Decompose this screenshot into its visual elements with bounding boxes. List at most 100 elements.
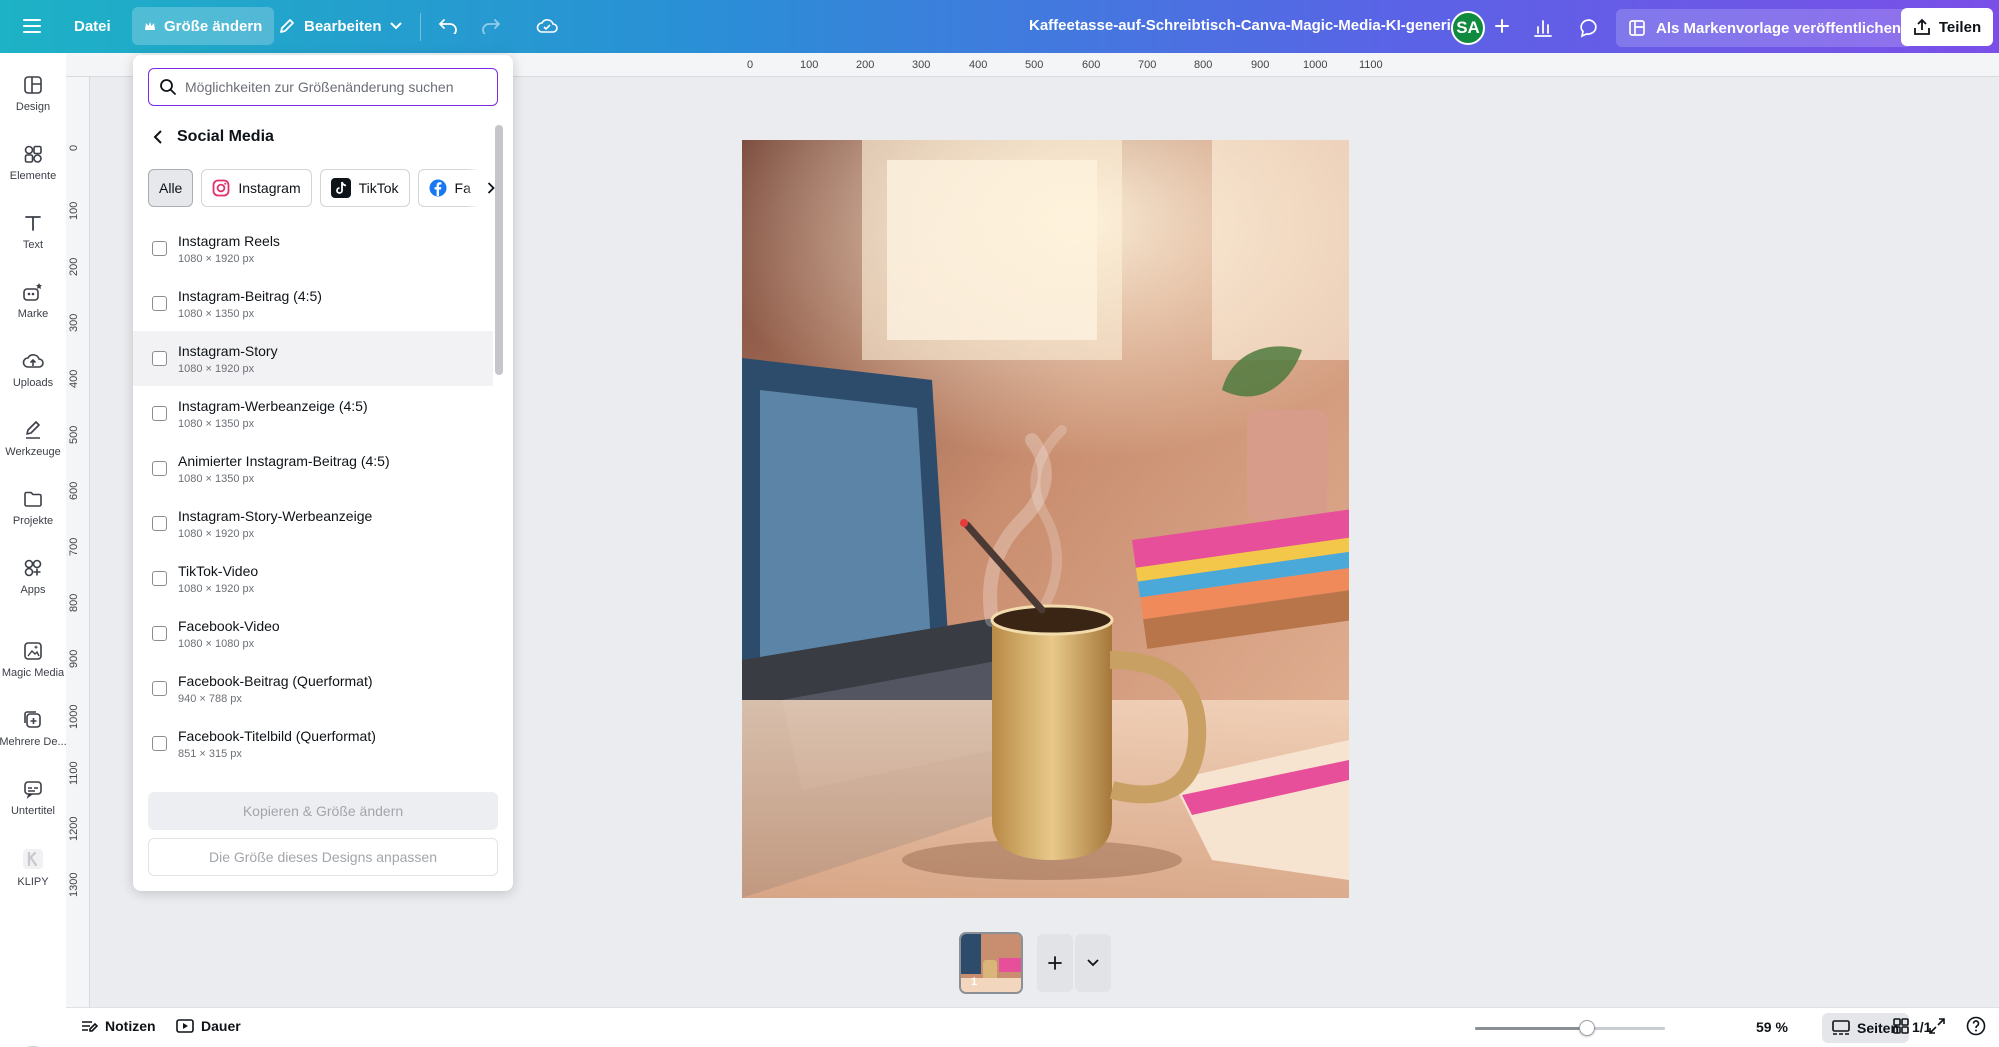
publish-brand-template-button[interactable]: Als Markenvorlage veröffentlichen xyxy=(1616,9,1914,47)
chevron-left-icon[interactable] xyxy=(153,130,163,144)
chip-tiktok[interactable]: TikTok xyxy=(319,169,410,207)
bar-chart-icon xyxy=(1534,20,1552,37)
scrollbar-thumb[interactable] xyxy=(495,125,503,375)
add-page-button[interactable] xyxy=(1037,934,1073,992)
undo-button[interactable] xyxy=(429,7,467,45)
document-title[interactable]: Kaffeetasse-auf-Schreibtisch-Canva-Magic… xyxy=(1029,17,1463,34)
insights-button[interactable] xyxy=(1524,9,1562,47)
grid-view-button[interactable] xyxy=(1892,1017,1910,1035)
page-options-button[interactable] xyxy=(1075,934,1111,992)
sidebar-item-text[interactable]: Text xyxy=(0,213,66,251)
top-bar: Datei Größe ändern Bearbeiten Kaffeetass… xyxy=(0,0,1999,53)
item-size: 1080 × 1080 px xyxy=(178,637,255,650)
sidebar-item-uploads[interactable]: Uploads xyxy=(0,351,66,389)
folder-icon xyxy=(24,491,42,507)
hamburger-menu-button[interactable] xyxy=(13,7,51,45)
sidebar-item-tools[interactable]: Werkzeuge xyxy=(0,420,66,458)
list-item[interactable]: Facebook-Titelbild (Querformat) 851 × 315… xyxy=(133,716,493,771)
list-item[interactable]: Instagram-Werbeanzeige (4:5) 1080 × 1350 … xyxy=(133,386,493,441)
klipy-icon xyxy=(23,849,43,869)
sidebar-item-elements[interactable]: Elemente xyxy=(0,144,66,182)
resize-search-input[interactable] xyxy=(185,79,475,95)
share-label: Teilen xyxy=(1938,18,1982,36)
checkbox[interactable] xyxy=(152,351,167,366)
list-item[interactable]: Animierter Instagram-Beitrag (4:5) 1080 ×… xyxy=(133,441,493,496)
user-avatar[interactable]: SA xyxy=(1451,11,1485,45)
comment-icon xyxy=(1580,19,1597,38)
zoom-level[interactable]: 59 % xyxy=(1756,1019,1788,1035)
item-size: 1080 × 1920 px xyxy=(178,527,255,540)
item-size: 851 × 315 px xyxy=(178,747,242,760)
sidebar-item-design[interactable]: Design xyxy=(0,75,66,113)
comments-button[interactable] xyxy=(1570,9,1608,47)
pages-icon xyxy=(1832,1020,1850,1035)
share-button[interactable]: Teilen xyxy=(1901,8,1993,46)
hamburger-icon xyxy=(23,19,41,33)
chips-scroll-right-button[interactable] xyxy=(465,169,495,207)
duration-button[interactable]: Dauer xyxy=(176,1018,241,1034)
duration-label: Dauer xyxy=(201,1018,241,1034)
ruler-tick: 1300 xyxy=(68,872,80,897)
text-icon xyxy=(25,216,41,231)
ruler-tick: 1200 xyxy=(68,816,80,841)
edit-mode-button[interactable]: Bearbeiten xyxy=(266,7,414,45)
ruler-tick: 600 xyxy=(1082,59,1101,71)
checkbox[interactable] xyxy=(152,626,167,641)
help-button[interactable] xyxy=(1966,1016,1986,1036)
checkbox[interactable] xyxy=(152,461,167,476)
checkbox[interactable] xyxy=(152,571,167,586)
list-item[interactable]: Facebook-Video 1080 × 1080 px xyxy=(133,606,493,661)
sidebar-item-multiple-designs[interactable]: Mehrere De... xyxy=(0,710,67,748)
filter-chips: Alle Instagram TikTok Fa xyxy=(148,169,482,207)
sidebar-label-multiple-designs: Mehrere De... xyxy=(0,736,67,748)
list-scrollbar[interactable] xyxy=(495,125,503,777)
sidebar-item-brand[interactable]: Marke xyxy=(0,282,66,320)
list-item[interactable]: Facebook-Beitrag (Querformat) 940 × 788 p… xyxy=(133,661,493,716)
ruler-vertical[interactable]: 0 100 200 300 400 500 600 700 800 900 10… xyxy=(66,77,90,1047)
checkbox[interactable] xyxy=(152,406,167,421)
checkbox[interactable] xyxy=(152,736,167,751)
sidebar-item-apps[interactable]: Apps xyxy=(0,558,66,596)
page-thumbnail[interactable]: 1 xyxy=(959,932,1023,994)
list-item[interactable]: Instagram-Story 1080 × 1920 px xyxy=(133,331,493,386)
ruler-tick: 100 xyxy=(68,201,80,220)
sidebar-label-subtitles: Untertitel xyxy=(10,805,56,817)
fullscreen-button[interactable] xyxy=(1928,1017,1946,1035)
zoom-slider[interactable] xyxy=(1475,1020,1665,1036)
list-item[interactable]: Instagram-Story-Werbeanzeige 1080 × 1920 … xyxy=(133,496,493,551)
chip-all[interactable]: Alle xyxy=(148,169,194,207)
invite-button[interactable] xyxy=(1490,14,1514,38)
chevron-down-icon xyxy=(1087,959,1099,967)
checkbox[interactable] xyxy=(152,241,167,256)
copy-and-resize-button[interactable]: Kopieren & Größe ändern xyxy=(148,792,498,830)
sidebar-item-magic-media[interactable]: Magic Media xyxy=(0,641,66,679)
sidebar-item-projects[interactable]: Projekte xyxy=(0,489,66,527)
file-menu-button[interactable]: Datei xyxy=(62,7,123,45)
list-item[interactable]: Instagram-Beitrag (4:5) 1080 × 1350 px xyxy=(133,276,493,331)
checkbox[interactable] xyxy=(152,681,167,696)
item-name: Animierter Instagram-Beitrag (4:5) xyxy=(178,452,390,469)
notes-button[interactable]: Notizen xyxy=(80,1018,156,1034)
ruler-tick: 500 xyxy=(68,425,80,444)
design-page-image[interactable] xyxy=(742,140,1349,898)
checkbox[interactable] xyxy=(152,296,167,311)
page-number: 1 xyxy=(971,976,978,988)
checkbox[interactable] xyxy=(152,516,167,531)
list-item[interactable]: TikTok-Video 1080 × 1920 px xyxy=(133,551,493,606)
chip-instagram[interactable]: Instagram xyxy=(201,169,312,207)
cloud-save-button[interactable] xyxy=(528,7,566,45)
ruler-tick: 300 xyxy=(68,313,80,332)
resize-this-design-button[interactable]: Die Größe dieses Designs anpassen xyxy=(148,838,498,876)
cloud-upload-icon xyxy=(22,354,44,368)
crown-icon xyxy=(145,22,155,30)
shapes-icon xyxy=(24,145,42,163)
redo-button[interactable] xyxy=(472,7,510,45)
resize-button[interactable]: Größe ändern xyxy=(132,7,275,45)
list-item[interactable]: Instagram Reels 1080 × 1920 px xyxy=(133,221,493,276)
sidebar-item-subtitles[interactable]: Untertitel xyxy=(0,779,66,817)
zoom-slider-handle[interactable] xyxy=(1579,1020,1596,1036)
ruler-tick: 0 xyxy=(747,59,754,71)
resize-search-field[interactable] xyxy=(148,68,498,106)
share-upload-icon xyxy=(1913,18,1930,35)
sidebar-item-klipy[interactable]: KLIPY xyxy=(0,848,66,888)
